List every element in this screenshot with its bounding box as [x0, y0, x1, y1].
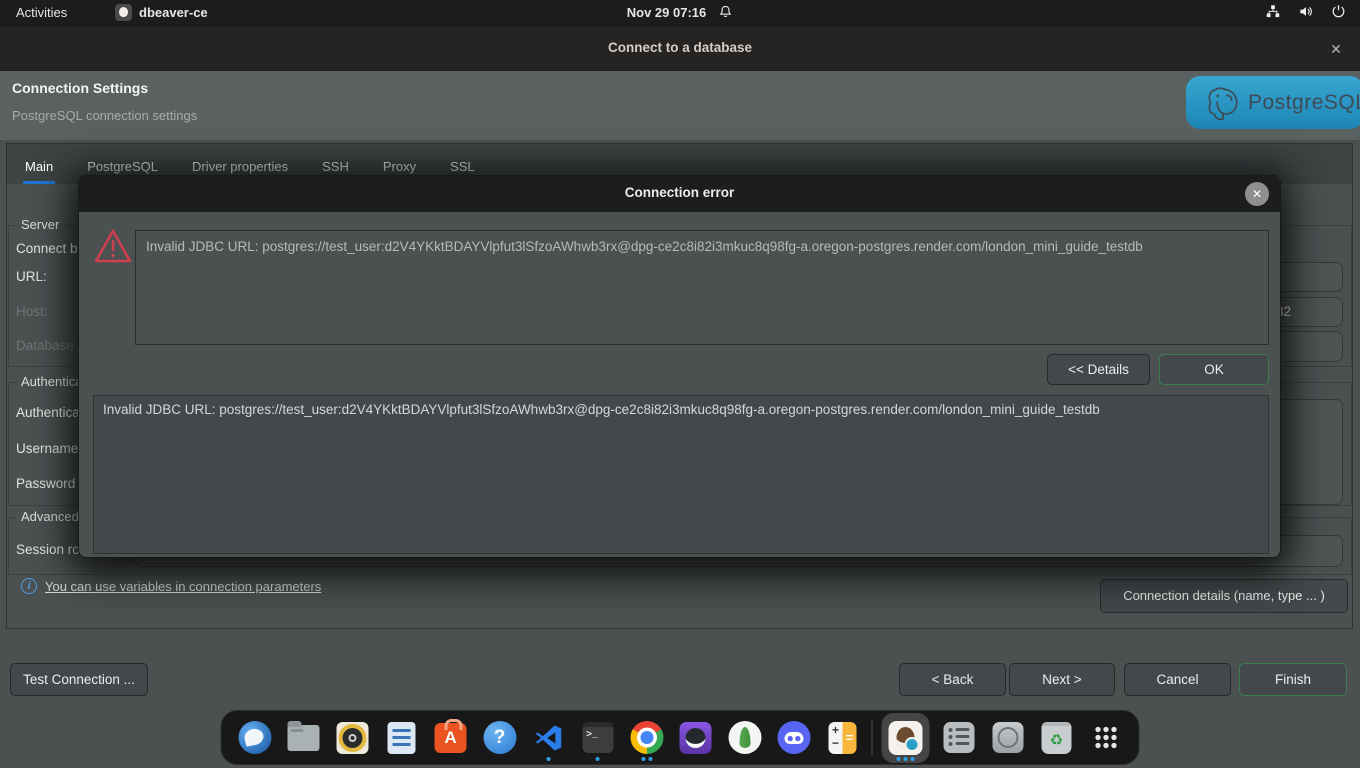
top-bar: Activities dbeaver-ce Nov 29 07:16	[0, 0, 1360, 27]
back-button[interactable]: < Back	[899, 663, 1006, 696]
disks-icon	[992, 722, 1023, 753]
warning-icon	[93, 228, 133, 265]
running-indicator	[627, 757, 667, 761]
power-icon	[1331, 4, 1346, 19]
connection-details-button[interactable]: Connection details (name, type ... )	[1100, 579, 1348, 613]
calculator-icon: +− =	[829, 722, 857, 754]
window-titlebar[interactable]: Connect to a database ✕	[0, 27, 1360, 71]
thunderbird-icon	[238, 721, 271, 754]
dock-disks[interactable]	[988, 713, 1028, 763]
discord-icon	[777, 721, 810, 754]
terminal-icon: >_	[582, 722, 613, 753]
server-group-label: Server	[16, 217, 64, 232]
dock-libreoffice-writer[interactable]	[382, 713, 422, 763]
vscode-icon	[534, 723, 564, 753]
connection-error-dialog: Connection error ✕ Invalid JDBC URL: pos…	[78, 175, 1281, 558]
files-icon	[288, 725, 320, 751]
host-label: Host:	[16, 304, 48, 319]
postgresql-logo-label: PostgreSQL	[1248, 91, 1360, 115]
dock-ubuntu-software[interactable]: A	[431, 713, 471, 763]
advanced-group-label: Advanced	[16, 509, 84, 524]
dock-files[interactable]	[284, 713, 324, 763]
postgresql-elephant-icon	[1204, 83, 1242, 123]
focused-app-name: dbeaver-ce	[139, 5, 208, 20]
connect-by-label: Connect by	[16, 241, 84, 256]
desktop: Activities dbeaver-ce Nov 29 07:16	[0, 0, 1360, 768]
dock: A ? >_ +− =	[221, 710, 1140, 765]
error-dialog-titlebar[interactable]: Connection error ✕	[79, 176, 1280, 212]
dock-vscode[interactable]	[529, 713, 569, 763]
postgresql-logo: PostgreSQL	[1186, 76, 1360, 129]
page-title: Connection Settings	[12, 80, 148, 96]
variables-hint-link[interactable]: You can use variables in connection para…	[45, 579, 321, 594]
dock-settings-editor[interactable]	[939, 713, 979, 763]
trash-icon: ♻	[1042, 722, 1072, 754]
volume-icon	[1298, 4, 1314, 19]
chrome-icon	[630, 721, 663, 754]
help-icon: ?	[483, 721, 516, 754]
network-icon	[1265, 4, 1281, 19]
settings-editor-icon	[943, 722, 974, 753]
finish-button[interactable]: Finish	[1239, 663, 1347, 696]
dock-github-desktop[interactable]	[676, 713, 716, 763]
dock-help[interactable]: ?	[480, 713, 520, 763]
running-indicator	[529, 757, 569, 761]
dock-app-grid[interactable]	[1086, 713, 1126, 763]
dock-terminal[interactable]: >_	[578, 713, 618, 763]
mongodb-leaf-icon	[728, 721, 761, 754]
dock-calculator[interactable]: +− =	[823, 713, 863, 763]
error-details-text[interactable]: Invalid JDBC URL: postgres://test_user:d…	[93, 395, 1269, 554]
error-dialog-close-icon[interactable]: ✕	[1245, 182, 1269, 206]
running-indicator	[578, 757, 618, 761]
password-label: Password	[16, 476, 75, 491]
dbeaver-icon	[889, 721, 923, 755]
page-subtitle: PostgreSQL connection settings	[12, 108, 197, 123]
writer-icon	[388, 722, 416, 754]
next-button[interactable]: Next >	[1009, 663, 1115, 696]
dock-separator	[872, 720, 873, 756]
wizard-header: Connection Settings PostgreSQL connectio…	[0, 71, 1360, 140]
cancel-button[interactable]: Cancel	[1124, 663, 1231, 696]
dbeaver-app-icon	[115, 4, 132, 21]
database-label: Database	[16, 338, 74, 353]
ok-button[interactable]: OK	[1159, 354, 1269, 385]
details-toggle-button[interactable]: << Details	[1047, 354, 1150, 385]
dock-rhythmbox[interactable]	[333, 713, 373, 763]
tab-main[interactable]: Main	[23, 150, 55, 184]
system-tray[interactable]	[1265, 4, 1346, 19]
activities-button[interactable]: Activities	[16, 5, 67, 20]
app-grid-icon	[1094, 726, 1117, 749]
github-icon	[680, 722, 712, 754]
dock-mongodb-compass[interactable]	[725, 713, 765, 763]
notification-bell-icon	[718, 4, 733, 20]
dock-discord[interactable]	[774, 713, 814, 763]
test-connection-button[interactable]: Test Connection ...	[10, 663, 148, 696]
dock-trash[interactable]: ♻	[1037, 713, 1077, 763]
window-close-icon[interactable]: ✕	[1326, 39, 1346, 59]
dock-dbeaver[interactable]	[882, 713, 930, 763]
focused-app-menu[interactable]: dbeaver-ce	[115, 4, 208, 21]
error-dialog-title: Connection error	[79, 185, 1280, 200]
software-icon: A	[435, 723, 467, 753]
info-icon: i	[21, 578, 37, 594]
dock-thunderbird[interactable]	[235, 713, 275, 763]
username-label: Username	[16, 441, 78, 456]
running-indicator	[882, 757, 930, 761]
clock-label[interactable]: Nov 29 07:16	[627, 5, 707, 20]
window-title: Connect to a database	[0, 40, 1360, 55]
error-message-box: Invalid JDBC URL: postgres://test_user:d…	[135, 230, 1269, 345]
url-label: URL:	[16, 269, 47, 284]
rhythmbox-icon	[337, 722, 369, 754]
dock-chrome[interactable]	[627, 713, 667, 763]
variables-hint-row: i You can use variables in connection pa…	[21, 578, 321, 594]
